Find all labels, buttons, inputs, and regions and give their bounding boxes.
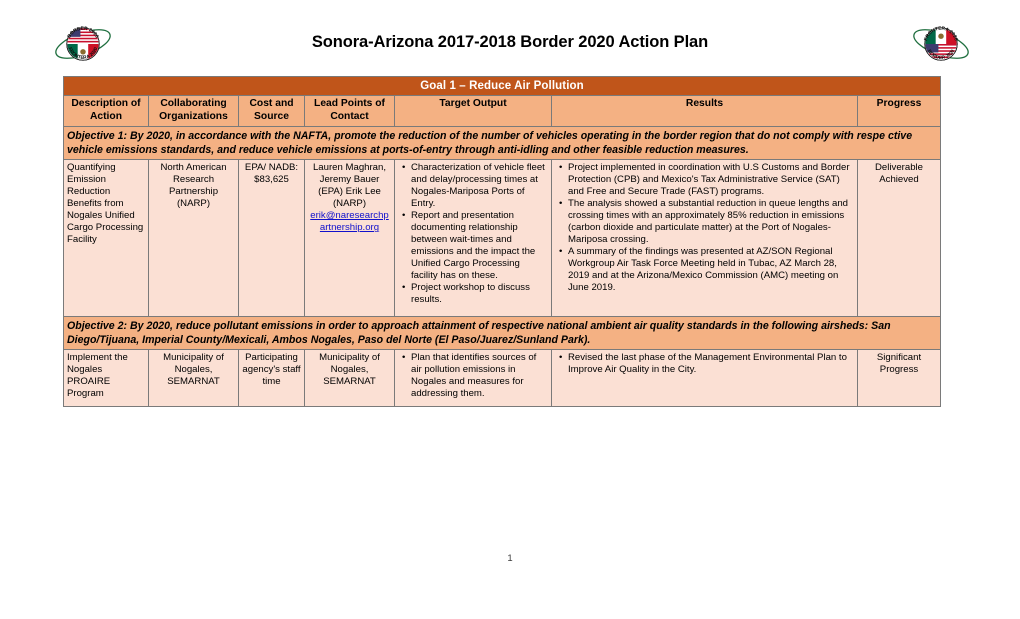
column-header-results: Results <box>551 95 858 128</box>
row2-target-output-list: Plan that identifies sources of air poll… <box>398 352 548 400</box>
row1-target-output-list: Characterization of vehicle fleet and de… <box>398 162 548 306</box>
row1-contact-names: Lauren Maghran, Jeremy Bauer (EPA) Erik … <box>312 162 387 210</box>
row2-progress: Significant Progress <box>857 349 941 408</box>
row1-progress: Deliverable Achieved <box>857 159 941 318</box>
list-item: Report and presentation documenting rela… <box>402 210 548 282</box>
row1-results: Project implemented in coordination with… <box>551 159 858 318</box>
list-item: Project implemented in coordination with… <box>559 162 854 198</box>
list-item: The analysis showed a substantial reduct… <box>559 198 854 246</box>
border-2020-logo-right: FRONTERA 2020 BORDER 2020 <box>908 18 974 70</box>
row1-target-output: Characterization of vehicle fleet and de… <box>394 159 552 318</box>
row1-collaborating-organizations: North American Research Partnership (NAR… <box>148 159 239 318</box>
row2-cost-and-source: Participating agency's staff time <box>238 349 305 408</box>
objective-1-row: Objective 1: By 2020, in accordance with… <box>63 126 941 161</box>
document-title: Sonora-Arizona 2017-2018 Border 2020 Act… <box>311 33 709 51</box>
action-plan-table: Goal 1 – Reduce Air Pollution Descriptio… <box>63 75 941 408</box>
row2-description-of-action: Implement the Nogales PROAIRE Program <box>63 349 149 408</box>
row2-results: Revised the last phase of the Management… <box>551 349 858 408</box>
row2-lead-points-of-contact: Municipality of Nogales, SEMARNAT <box>304 349 395 408</box>
row2-results-list: Revised the last phase of the Management… <box>555 352 854 376</box>
list-item: Characterization of vehicle fleet and de… <box>402 162 548 210</box>
frontera-2020-emblem-icon: FRONTERA 2020 BORDER 2020 <box>913 26 969 61</box>
row1-description-of-action: Quantifying Emission Reduction Benefits … <box>63 159 149 318</box>
list-item: Project workshop to discuss results. <box>402 282 548 306</box>
table-row: Quantifying Emission Reduction Benefits … <box>63 159 941 318</box>
row2-collaborating-organizations: Municipality of Nogales, SEMARNAT <box>148 349 239 408</box>
row1-contact-email-link[interactable]: erik@naresearchpartnership.org <box>308 210 391 234</box>
action-plan-table-wrapper: Goal 1 – Reduce Air Pollution Descriptio… <box>63 75 941 408</box>
row2-target-output: Plan that identifies sources of air poll… <box>394 349 552 408</box>
objective-2-text: Objective 2: By 2020, reduce pollutant e… <box>63 316 941 351</box>
list-item: Plan that identifies sources of air poll… <box>402 352 548 400</box>
column-header-target-output: Target Output <box>394 95 552 128</box>
page-number: 1 <box>507 553 513 564</box>
row1-cost-and-source: EPA/ NADB: $83,625 <box>238 159 305 318</box>
column-header-collaborating-organizations: Collaborating Organizations <box>148 95 239 128</box>
table-row: Implement the Nogales PROAIRE Program Mu… <box>63 349 941 408</box>
page-header: BORDER 2020 FRONTERA 2020 Sonora-Arizona… <box>0 0 1020 74</box>
row1-lead-points-of-contact: Lauren Maghran, Jeremy Bauer (EPA) Erik … <box>304 159 395 318</box>
list-item: Revised the last phase of the Management… <box>559 352 854 376</box>
column-header-description-of-action: Description of Action <box>63 95 149 128</box>
list-item: A summary of the findings was presented … <box>559 246 854 294</box>
objective-2-row: Objective 2: By 2020, reduce pollutant e… <box>63 316 941 351</box>
column-header-progress: Progress <box>857 95 941 128</box>
column-header-lead-points-of-contact: Lead Points of Contact <box>304 95 395 128</box>
goal-title: Goal 1 – Reduce Air Pollution <box>63 75 941 97</box>
goal-header-row: Goal 1 – Reduce Air Pollution <box>63 75 941 97</box>
objective-1-text: Objective 1: By 2020, in accordance with… <box>63 126 941 161</box>
column-header-cost-and-source: Cost and Source <box>238 95 305 128</box>
column-header-row: Description of Action Collaborating Orga… <box>63 95 941 128</box>
row1-results-list: Project implemented in coordination with… <box>555 162 854 294</box>
